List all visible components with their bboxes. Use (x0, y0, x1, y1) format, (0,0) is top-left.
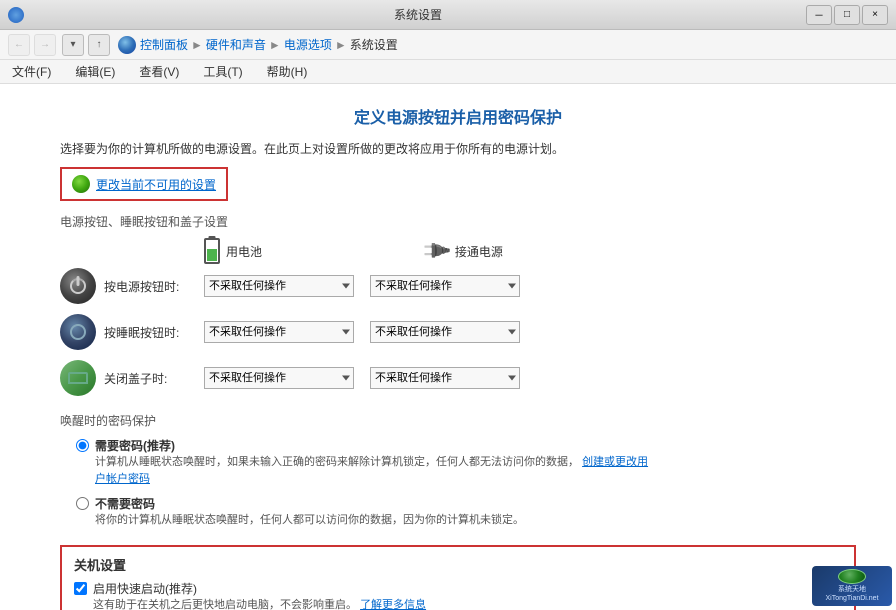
power-column-header: 🔌 接通电源 (424, 241, 584, 261)
need-password-label: 需要密码(推荐) (95, 437, 655, 454)
description-text: 选择要为你的计算机所做的电源设置。在此页上对设置所做的更改将应用于你所有的电源计… (60, 140, 856, 159)
lid-icon (60, 360, 96, 396)
breadcrumb-current: 系统设置 (350, 36, 398, 53)
menu-view[interactable]: 查看(V) (135, 61, 183, 82)
title-bar: 系统设置 － □ × (0, 0, 896, 30)
battery-column-header: 用电池 (204, 238, 364, 264)
no-password-item: 不需要密码 将你的计算机从睡眠状态唤醒时，任何人都可以访问你的数据，因为你的计算… (76, 495, 856, 529)
need-password-desc: 计算机从睡眠状态唤醒时，如果未输入正确的密码来解除计算机锁定，任何人都无法访问你… (95, 454, 655, 487)
need-password-radio[interactable] (76, 439, 89, 452)
sleep-ac-select-wrapper[interactable]: 不采取任何操作 睡眠 休眠 关机 (370, 321, 520, 343)
fast-startup-checkbox[interactable] (74, 582, 87, 595)
breadcrumb-level2[interactable]: 硬件和声音 (206, 36, 266, 53)
power-ac-select[interactable]: 不采取任何操作 睡眠 休眠 关机 (370, 275, 520, 297)
lid-label: 关闭盖子时: (104, 370, 204, 387)
no-password-radio[interactable] (76, 497, 89, 510)
change-settings-label: 更改当前不可用的设置 (96, 176, 216, 193)
plug-icon: 🔌 (421, 235, 453, 267)
need-password-item: 需要密码(推荐) 计算机从睡眠状态唤醒时，如果未输入正确的密码来解除计算机锁定，… (76, 437, 856, 487)
wake-section-label: 唤醒时的密码保护 (60, 412, 856, 429)
content-area: 定义电源按钮并启用密码保护 选择要为你的计算机所做的电源设置。在此页上对设置所做… (0, 84, 896, 610)
sleep-ac-select[interactable]: 不采取任何操作 睡眠 休眠 关机 (370, 321, 520, 343)
nav-bar: ← → ▾ ↑ 控制面板 ► 硬件和声音 ► 电源选项 ► 系统设置 (0, 30, 896, 60)
settings-icon (72, 175, 90, 193)
learn-more-link[interactable]: 了解更多信息 (360, 599, 426, 610)
minimize-button[interactable]: － (806, 5, 832, 25)
lid-battery-select[interactable]: 不采取任何操作 睡眠 休眠 关机 (204, 367, 354, 389)
power-ac-select-wrapper[interactable]: 不采取任何操作 睡眠 休眠 关机 (370, 275, 520, 297)
column-headers: 用电池 🔌 接通电源 (204, 238, 856, 264)
power-battery-select-wrapper[interactable]: 不采取任何操作 睡眠 休眠 关机 (204, 275, 354, 297)
menu-edit[interactable]: 编辑(E) (71, 61, 119, 82)
sleep-battery-select[interactable]: 不采取任何操作 睡眠 休眠 关机 (204, 321, 354, 343)
power-button-icon (60, 268, 96, 304)
power-button-row: 按电源按钮时: 不采取任何操作 睡眠 休眠 关机 不采取任何操作 睡眠 休眠 (60, 268, 856, 304)
power-buttons-section: 按电源按钮时: 不采取任何操作 睡眠 休眠 关机 不采取任何操作 睡眠 休眠 (60, 268, 856, 396)
shutdown-box: 关机设置 启用快速启动(推荐) 这有助于在关机之后更快地启动电脑，不会影响重启。… (60, 545, 856, 610)
window-icon (8, 7, 24, 23)
power-button-label: 按电源按钮时: (104, 278, 204, 295)
fast-startup-desc: 这有助于在关机之后更快地启动电脑，不会影响重启。 了解更多信息 (93, 597, 426, 610)
sleep-button-label: 按睡眠按钮时: (104, 324, 204, 341)
recent-button[interactable]: ▾ (62, 34, 84, 56)
battery-icon (204, 238, 220, 264)
no-password-desc: 将你的计算机从睡眠状态唤醒时，任何人都可以访问你的数据，因为你的计算机未锁定。 (95, 512, 524, 529)
watermark-globe-icon (838, 569, 866, 584)
sleep-button-row: 按睡眠按钮时: 不采取任何操作 睡眠 休眠 关机 不采取任何操作 睡眠 休眠 (60, 314, 856, 350)
main-content: 定义电源按钮并启用密码保护 选择要为你的计算机所做的电源设置。在此页上对设置所做… (0, 84, 896, 610)
lid-ac-select-wrapper[interactable]: 不采取任何操作 睡眠 休眠 关机 (370, 367, 520, 389)
change-settings-button[interactable]: 更改当前不可用的设置 (60, 167, 228, 201)
lid-ac-select[interactable]: 不采取任何操作 睡眠 休眠 关机 (370, 367, 520, 389)
fast-startup-item: 启用快速启动(推荐) 这有助于在关机之后更快地启动电脑，不会影响重启。 了解更多… (74, 580, 842, 610)
breadcrumb: 控制面板 ► 硬件和声音 ► 电源选项 ► 系统设置 (140, 36, 888, 53)
radio-group: 需要密码(推荐) 计算机从睡眠状态唤醒时，如果未输入正确的密码来解除计算机锁定，… (76, 437, 856, 529)
wake-section: 唤醒时的密码保护 需要密码(推荐) 计算机从睡眠状态唤醒时，如果未输入正确的密码… (60, 412, 856, 529)
lid-battery-select-wrapper[interactable]: 不采取任何操作 睡眠 休眠 关机 (204, 367, 354, 389)
window-controls: － □ × (806, 5, 888, 25)
power-buttons-label: 电源按钮、睡眠按钮和盖子设置 (60, 213, 856, 230)
page-title: 定义电源按钮并启用密码保护 (60, 104, 856, 128)
fast-startup-label: 启用快速启动(推荐) (93, 580, 426, 597)
fast-startup-content: 启用快速启动(推荐) 这有助于在关机之后更快地启动电脑，不会影响重启。 了解更多… (93, 580, 426, 610)
power-battery-select[interactable]: 不采取任何操作 睡眠 休眠 关机 (204, 275, 354, 297)
menu-help[interactable]: 帮助(H) (263, 61, 312, 82)
menu-bar: 文件(F) 编辑(E) 查看(V) 工具(T) 帮助(H) (0, 60, 896, 84)
breadcrumb-root[interactable]: 控制面板 (140, 36, 188, 53)
menu-file[interactable]: 文件(F) (8, 61, 55, 82)
close-button[interactable]: × (862, 5, 888, 25)
watermark-text: 系统天地XiTongTianDi.net (825, 586, 878, 603)
window-title: 系统设置 (30, 6, 806, 23)
forward-button[interactable]: → (34, 34, 56, 56)
need-password-content: 需要密码(推荐) 计算机从睡眠状态唤醒时，如果未输入正确的密码来解除计算机锁定，… (95, 437, 655, 487)
no-password-label: 不需要密码 (95, 495, 524, 512)
sleep-button-icon (60, 314, 96, 350)
sleep-battery-select-wrapper[interactable]: 不采取任何操作 睡眠 休眠 关机 (204, 321, 354, 343)
up-button[interactable]: ↑ (88, 34, 110, 56)
lid-row: 关闭盖子时: 不采取任何操作 睡眠 休眠 关机 不采取任何操作 睡眠 休眠 (60, 360, 856, 396)
no-password-content: 不需要密码 将你的计算机从睡眠状态唤醒时，任何人都可以访问你的数据，因为你的计算… (95, 495, 524, 529)
nav-icon (118, 36, 136, 54)
watermark: 系统天地XiTongTianDi.net (812, 566, 892, 606)
shutdown-title: 关机设置 (74, 555, 842, 574)
maximize-button[interactable]: □ (834, 5, 860, 25)
menu-tools[interactable]: 工具(T) (199, 61, 246, 82)
back-button[interactable]: ← (8, 34, 30, 56)
breadcrumb-level3[interactable]: 电源选项 (284, 36, 332, 53)
